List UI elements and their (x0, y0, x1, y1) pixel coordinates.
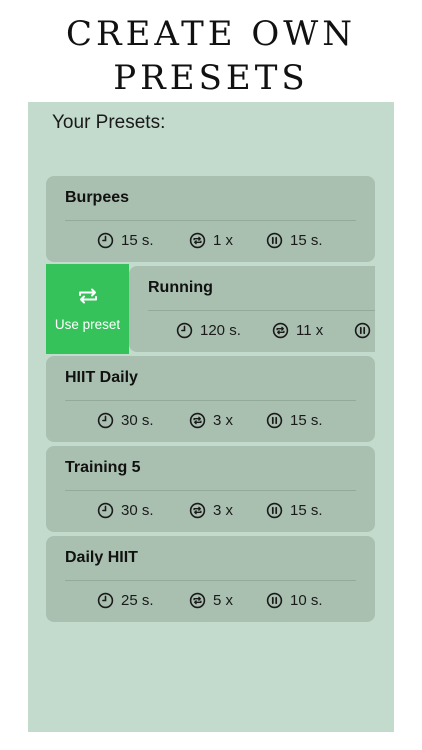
headline-line-1: CREATE OWN (65, 14, 356, 54)
rest-stat (354, 322, 371, 339)
rest-stat: 15 s. (266, 412, 323, 429)
repeat-icon (189, 592, 206, 609)
rounds-stat: 1 x (189, 232, 233, 249)
pause-icon (266, 412, 283, 429)
pause-icon (266, 592, 283, 609)
preset-name: Burpees (65, 189, 130, 206)
rest-value: 15 s. (290, 232, 323, 249)
repeat-icon (189, 232, 206, 249)
rounds-value: 11 x (296, 322, 324, 339)
rest-value: 10 s. (290, 592, 323, 609)
divider (65, 220, 356, 221)
pause-icon (354, 322, 371, 339)
pause-icon (266, 502, 283, 519)
rounds-stat: 11 x (272, 322, 323, 339)
rest-value: 15 s. (290, 502, 323, 519)
clock-icon (97, 502, 114, 519)
rounds-stat: 5 x (189, 592, 233, 609)
pause-icon (266, 232, 283, 249)
use-preset-label: Use preset (54, 317, 121, 332)
repeat-icon (76, 286, 100, 309)
rest-stat: 15 s. (266, 232, 323, 249)
divider (148, 310, 375, 311)
divider (65, 490, 356, 491)
clock-icon (176, 322, 193, 339)
rest-stat: 10 s. (266, 592, 323, 609)
repeat-icon (272, 322, 289, 339)
preset-name: Running (148, 279, 213, 296)
duration-stat: 15 s. (97, 232, 154, 249)
duration-stat: 25 s. (97, 592, 154, 609)
duration-stat: 30 s. (97, 412, 154, 429)
duration-stat: 120 s. (176, 322, 241, 339)
preset-card-running[interactable]: Running 120 s. 11 x (129, 266, 375, 352)
repeat-icon (189, 502, 206, 519)
preset-card-daily-hiit[interactable]: Daily HIIT 25 s. 5 x 10 s. (46, 536, 375, 622)
duration-stat: 30 s. (97, 502, 154, 519)
divider (65, 400, 356, 401)
rest-stat: 15 s. (266, 502, 323, 519)
duration-value: 30 s. (121, 502, 154, 519)
rounds-value: 5 x (213, 592, 234, 609)
rounds-stat: 3 x (189, 502, 233, 519)
preset-name: Daily HIIT (65, 549, 138, 566)
clock-icon (97, 592, 114, 609)
rounds-value: 1 x (213, 232, 234, 249)
rest-value: 15 s. (290, 412, 323, 429)
headline-line-2: PRESETS (113, 58, 309, 98)
preset-card-hiit-daily[interactable]: HIIT Daily 30 s. 3 x 15 s. (46, 356, 375, 442)
preset-name: HIIT Daily (65, 369, 138, 386)
clock-icon (97, 232, 114, 249)
rounds-stat: 3 x (189, 412, 233, 429)
duration-value: 30 s. (121, 412, 154, 429)
duration-value: 120 s. (200, 322, 241, 339)
clock-icon (97, 412, 114, 429)
preset-name: Training 5 (65, 459, 141, 476)
rounds-value: 3 x (213, 502, 234, 519)
preset-card-burpees[interactable]: Burpees 15 s. 1 x 15 s. (46, 176, 375, 262)
repeat-icon (189, 412, 206, 429)
duration-value: 25 s. (121, 592, 154, 609)
duration-value: 15 s. (121, 232, 154, 249)
section-title: Your Presets: (52, 112, 166, 133)
use-preset-button[interactable]: Use preset (46, 264, 129, 354)
divider (65, 580, 356, 581)
headline: CREATE OWN PRESETS (0, 12, 422, 100)
preset-card-training-5[interactable]: Training 5 30 s. 3 x 15 s. (46, 446, 375, 532)
rounds-value: 3 x (213, 412, 234, 429)
